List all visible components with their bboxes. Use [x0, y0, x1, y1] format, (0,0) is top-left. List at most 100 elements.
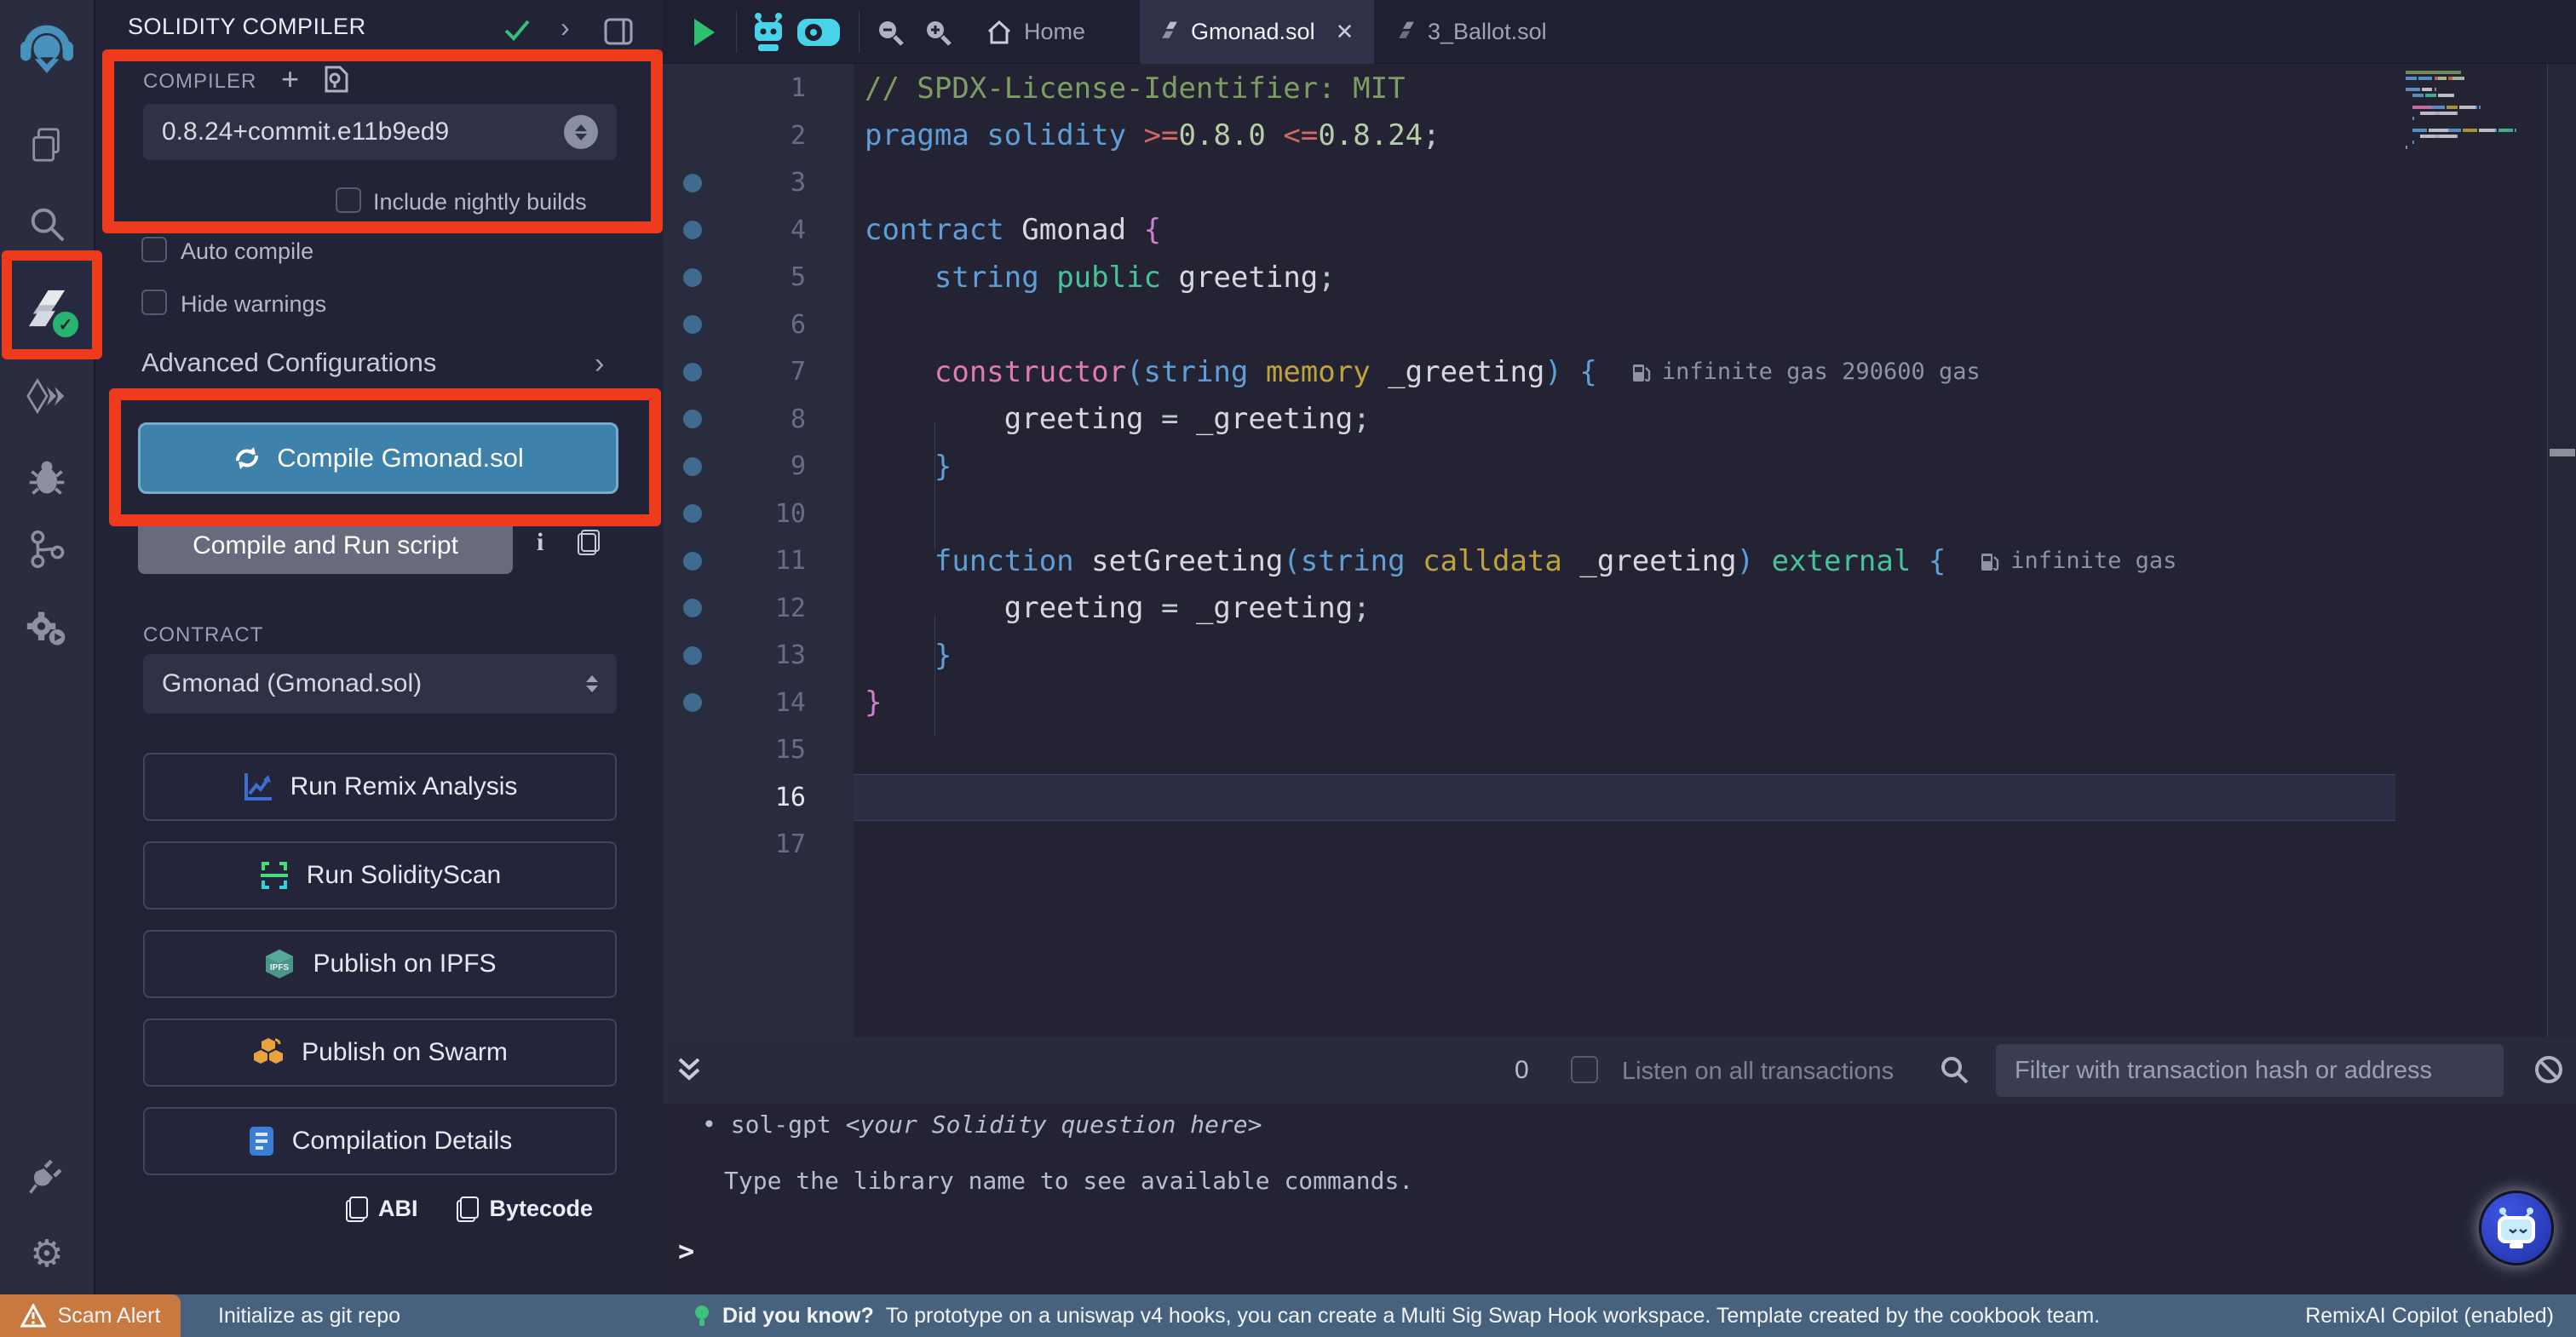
code-line-7[interactable]: 7 constructor(string memory _greeting) {… — [663, 348, 2395, 396]
collapse-terminal-icon[interactable] — [676, 1054, 702, 1085]
run-remix-analysis-button[interactable]: Run Remix Analysis — [143, 753, 617, 821]
editor-scrollbar[interactable] — [2547, 64, 2576, 1037]
code-line-13[interactable]: 13 } — [663, 632, 2395, 680]
run-solidityscan-button[interactable]: Run SolidityScan — [143, 841, 617, 910]
clear-console-icon[interactable] — [2533, 1054, 2564, 1085]
advanced-configurations[interactable]: Advanced Configurations — [141, 347, 542, 378]
publish-ipfs-button[interactable]: IPFS Publish on IPFS — [143, 930, 617, 998]
code-line-8[interactable]: 8 greeting = _greeting; — [663, 396, 2395, 444]
panel-forward-icon[interactable]: › — [561, 12, 570, 43]
line-number: 15 — [775, 735, 806, 765]
copilot-switch[interactable] — [792, 0, 845, 64]
line-number: 13 — [775, 640, 806, 670]
chevron-right-icon[interactable]: › — [595, 347, 604, 381]
sidebar-item-deploy-run[interactable] — [0, 359, 94, 436]
scam-alert-button[interactable]: Scam Alert — [0, 1294, 181, 1337]
play-icon — [691, 17, 716, 48]
line-number: 14 — [775, 688, 806, 718]
code-line-17[interactable]: 17 — [663, 821, 2395, 869]
ai-robot-toggle[interactable] — [745, 0, 792, 64]
code-line-15[interactable]: 15 — [663, 726, 2395, 774]
indent-guide — [934, 422, 935, 549]
bytecode-label: Bytecode — [489, 1196, 593, 1222]
git-init-button[interactable]: Initialize as git repo — [218, 1304, 400, 1328]
terminal-header: 0 Listen on all transactions — [663, 1037, 2576, 1104]
line-number: 3 — [791, 168, 806, 198]
code-line-9[interactable]: 9 } — [663, 443, 2395, 491]
compilation-details-button[interactable]: Compilation Details — [143, 1107, 617, 1175]
minimap[interactable] — [2395, 71, 2547, 326]
code-line-4[interactable]: 4contract Gmonad { — [663, 207, 2395, 255]
promoted-doc-icon[interactable] — [324, 65, 349, 94]
remix-logo-icon — [19, 22, 75, 78]
listen-transactions-checkbox[interactable] — [1571, 1056, 1598, 1083]
warning-triangle-icon — [20, 1304, 46, 1328]
action-label: Publish on IPFS — [313, 950, 496, 978]
divider — [736, 10, 737, 53]
sidebar-item-search[interactable] — [0, 186, 94, 262]
tip-bulb-icon — [693, 1305, 710, 1328]
code-line-11[interactable]: 11 function setGreeting(string calldata … — [663, 537, 2395, 585]
publish-swarm-button[interactable]: Publish on Swarm — [143, 1019, 617, 1087]
details-doc-icon — [248, 1125, 275, 1157]
copy-icon[interactable] — [578, 530, 600, 555]
auto-compile-checkbox[interactable] — [141, 237, 167, 262]
transaction-filter-input[interactable] — [1996, 1044, 2504, 1097]
sidebar-item-plugin-manager[interactable] — [0, 591, 94, 668]
copy-bytecode-button[interactable]: Bytecode — [457, 1196, 593, 1222]
terminal-prompt[interactable]: > — [678, 1235, 694, 1267]
hide-warnings-checkbox[interactable] — [141, 290, 167, 315]
copy-icon — [346, 1196, 368, 1222]
tab-home[interactable]: Home — [966, 0, 1106, 64]
line-marker-dot — [683, 693, 702, 712]
contract-select[interactable]: Gmonad (Gmonad.sol) — [143, 654, 617, 714]
code-editor[interactable]: 1// SPDX-License-Identifier: MIT2pragma … — [663, 64, 2576, 1037]
tab-gmonad-sol[interactable]: Gmonad.sol ✕ — [1140, 0, 1374, 64]
tab-3-ballot-sol[interactable]: 3_Ballot.sol — [1377, 0, 1567, 64]
code-line-1[interactable]: 1// SPDX-License-Identifier: MIT — [663, 65, 2395, 112]
line-marker-dot — [683, 363, 702, 382]
code-line-10[interactable]: 10 — [663, 491, 2395, 538]
line-marker-dot — [683, 315, 702, 334]
sidebar-item-git[interactable] — [0, 511, 94, 588]
sidebar-item-file-explorer[interactable] — [0, 106, 94, 182]
info-icon[interactable]: i — [537, 528, 543, 557]
bug-icon — [26, 458, 67, 497]
sidebar-item-plugin-connector[interactable] — [0, 1138, 94, 1214]
code-line-6[interactable]: 6 — [663, 301, 2395, 349]
pin-panel-icon[interactable] — [603, 17, 634, 46]
sidebar-item-debugger[interactable] — [0, 439, 94, 516]
auto-compile-label: Auto compile — [181, 238, 313, 265]
remixai-assistant-button[interactable] — [2479, 1191, 2554, 1265]
terminal-line-solgpt: • sol-gpt <your Solidity question here> — [702, 1110, 1262, 1139]
line-number: 11 — [775, 546, 806, 576]
run-script-button[interactable] — [681, 0, 726, 64]
code-line-5[interactable]: 5 string public greeting; — [663, 254, 2395, 301]
line-number: 1 — [791, 73, 806, 103]
abi-bytecode-row: ABI Bytecode — [346, 1196, 593, 1222]
add-compiler-icon[interactable]: + — [281, 61, 299, 97]
search-icon[interactable] — [1939, 1054, 1969, 1085]
tab-close-icon[interactable]: ✕ — [1336, 19, 1354, 45]
remix-logo[interactable] — [0, 12, 94, 89]
copy-abi-button[interactable]: ABI — [346, 1196, 418, 1222]
code-line-16[interactable]: 16 — [663, 774, 2395, 822]
scrollbar-thumb[interactable] — [2550, 449, 2575, 456]
zoom-out-button[interactable] — [869, 0, 911, 64]
include-nightly-checkbox[interactable] — [336, 187, 361, 213]
code-line-3[interactable]: 3 — [663, 159, 2395, 207]
compiler-label: COMPILER — [143, 70, 256, 94]
compile-and-run-button[interactable]: Compile and Run script — [138, 518, 513, 574]
zoom-in-button[interactable] — [917, 0, 959, 64]
svg-text:IPFS: IPFS — [270, 963, 290, 973]
code-line-14[interactable]: 14} — [663, 680, 2395, 727]
line-number: 5 — [791, 262, 806, 292]
compile-button[interactable]: Compile Gmonad.sol — [138, 422, 618, 494]
code-line-2[interactable]: 2pragma solidity >=0.8.0 <=0.8.24; — [663, 112, 2395, 160]
sidebar-item-solidity-compiler[interactable]: ✓ — [0, 264, 94, 353]
line-marker-dot — [683, 504, 702, 523]
compiler-version-select[interactable]: 0.8.24+commit.e11b9ed9 — [143, 104, 617, 160]
sidebar-item-settings[interactable]: ⚙ — [0, 1216, 94, 1293]
code-line-12[interactable]: 12 greeting = _greeting; — [663, 585, 2395, 633]
did-you-know-label: Did you know? — [722, 1304, 874, 1328]
